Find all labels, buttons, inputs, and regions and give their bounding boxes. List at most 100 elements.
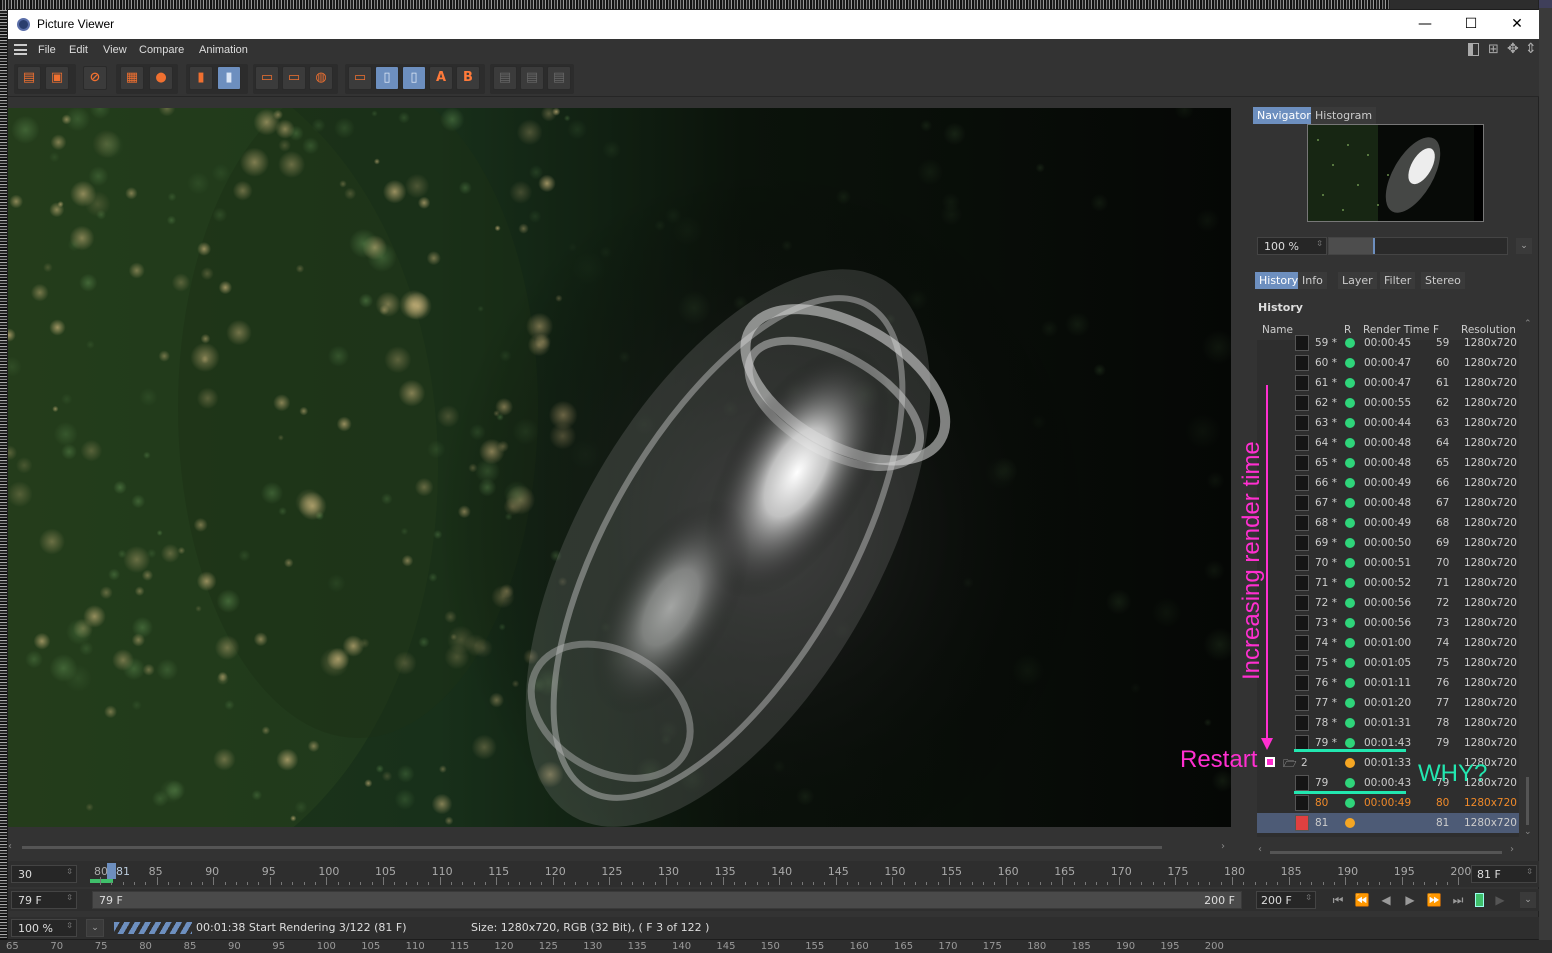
stepper-icon[interactable]: ⇳ xyxy=(1305,893,1312,902)
navigator-zoom-slider[interactable] xyxy=(1328,237,1508,255)
history-row[interactable]: 63 * 00:00:44 63 1280x720 xyxy=(1257,413,1519,433)
stereo-left-icon[interactable]: ▤ xyxy=(493,66,517,90)
history-row[interactable]: 80 00:00:49 80 1280x720 xyxy=(1257,793,1519,813)
range-start-field[interactable]: 79 F ⇳ xyxy=(11,891,77,909)
history-row[interactable]: 67 * 00:00:48 67 1280x720 xyxy=(1257,493,1519,513)
history-row[interactable]: 75 * 00:01:05 75 1280x720 xyxy=(1257,653,1519,673)
remove-image-icon[interactable]: ▮ xyxy=(189,66,213,90)
channels-icon[interactable]: ◍ xyxy=(309,66,333,90)
render-viewport[interactable] xyxy=(8,108,1231,827)
stepper-icon[interactable]: ⇳ xyxy=(66,921,73,930)
history-row[interactable]: 64 * 00:00:48 64 1280x720 xyxy=(1257,433,1519,453)
minimize-button[interactable]: — xyxy=(1402,10,1448,39)
range-dropdown-icon[interactable]: ⌄ xyxy=(1520,892,1536,908)
range-end-field[interactable]: 200 F ⇳ xyxy=(1256,891,1316,909)
history-row[interactable]: 73 * 00:00:56 73 1280x720 xyxy=(1257,613,1519,633)
tab-navigator[interactable]: Navigator xyxy=(1253,107,1315,124)
stop-render-icon[interactable]: ⊘ xyxy=(83,66,107,90)
stepper-icon[interactable]: ⇳ xyxy=(1316,239,1323,248)
go-to-start-icon[interactable]: ⏮ xyxy=(1330,892,1346,908)
save-icon[interactable]: ▣ xyxy=(45,66,69,90)
hamburger-menu-icon[interactable] xyxy=(14,44,27,55)
history-row[interactable]: 62 * 00:00:55 62 1280x720 xyxy=(1257,393,1519,413)
history-scroll-down-icon[interactable]: ⌄ xyxy=(1524,827,1532,837)
play-backward-icon[interactable]: ◀ xyxy=(1378,892,1394,908)
history-row[interactable]: 77 * 00:01:20 77 1280x720 xyxy=(1257,693,1519,713)
render-region-icon[interactable]: ▦ xyxy=(120,66,144,90)
compare-split-icon[interactable]: ▯ xyxy=(375,66,399,90)
next-frame-icon[interactable]: ⏩ xyxy=(1426,892,1442,908)
set-a-icon[interactable]: A xyxy=(429,66,453,90)
menu-animation[interactable]: Animation xyxy=(199,44,248,56)
pin-icon[interactable]: ⇕ xyxy=(1525,41,1537,57)
zoom-dropdown-icon[interactable]: ⌄ xyxy=(1516,238,1532,254)
history-row[interactable]: 81 81 1280x720 xyxy=(1257,813,1519,833)
stereo-right-icon[interactable]: ▤ xyxy=(520,66,544,90)
play-forward-icon[interactable]: ▶ xyxy=(1402,892,1418,908)
show-alpha-icon[interactable]: ▭ xyxy=(282,66,306,90)
stepper-icon[interactable]: ⇳ xyxy=(66,893,73,902)
slider-handle[interactable] xyxy=(1373,238,1375,254)
history-scrollbar-thumb[interactable] xyxy=(1526,777,1529,825)
loop-indicator[interactable] xyxy=(1475,893,1484,907)
range-slider[interactable]: 79 F 200 F xyxy=(92,891,1242,909)
tab-info[interactable]: Info xyxy=(1298,272,1327,289)
scroll-right-icon[interactable]: › xyxy=(1221,841,1225,852)
stepper-icon[interactable]: ⇳ xyxy=(66,867,73,876)
go-to-end-icon[interactable]: ⏭ xyxy=(1450,892,1466,908)
history-row[interactable]: 72 * 00:00:56 72 1280x720 xyxy=(1257,593,1519,613)
history-row[interactable]: 70 * 00:00:51 70 1280x720 xyxy=(1257,553,1519,573)
history-hscroll-thumb[interactable] xyxy=(1270,851,1502,854)
history-hscroll-left-icon[interactable]: ‹ xyxy=(1258,844,1262,855)
history-row[interactable]: 78 * 00:01:31 78 1280x720 xyxy=(1257,713,1519,733)
fps-field[interactable]: 30 ⇳ xyxy=(11,865,77,883)
history-row[interactable]: 71 * 00:00:52 71 1280x720 xyxy=(1257,573,1519,593)
history-row[interactable]: 60 * 00:00:47 60 1280x720 xyxy=(1257,353,1519,373)
remove-all-icon[interactable]: ▮ xyxy=(217,66,241,90)
record-icon[interactable]: ▶ xyxy=(1492,892,1508,908)
stereo-both-icon[interactable]: ▤ xyxy=(547,66,571,90)
history-scroll-up-icon[interactable]: ⌃ xyxy=(1524,319,1532,329)
move-icon[interactable]: ✥ xyxy=(1507,41,1519,57)
history-row[interactable]: 66 * 00:00:49 66 1280x720 xyxy=(1257,473,1519,493)
zoom-dropdown-icon[interactable]: ⌄ xyxy=(86,919,104,937)
open-icon[interactable]: ▤ xyxy=(17,66,41,90)
viewport-horizontal-scrollbar[interactable]: ‹ › xyxy=(8,841,1231,853)
history-hscroll-right-icon[interactable]: › xyxy=(1510,844,1514,855)
history-row[interactable]: 61 * 00:00:47 61 1280x720 xyxy=(1257,373,1519,393)
history-row[interactable]: 65 * 00:00:48 65 1280x720 xyxy=(1257,453,1519,473)
set-b-icon[interactable]: B xyxy=(456,66,480,90)
navigator-zoom-field[interactable]: 100 % ⇳ xyxy=(1257,237,1327,255)
scroll-left-icon[interactable]: ‹ xyxy=(8,841,12,852)
menu-edit[interactable]: Edit xyxy=(69,44,88,56)
maximize-button[interactable]: ☐ xyxy=(1448,10,1494,39)
history-row[interactable]: 76 * 00:01:11 76 1280x720 xyxy=(1257,673,1519,693)
history-row[interactable]: 69 * 00:00:50 69 1280x720 xyxy=(1257,533,1519,553)
current-frame-field[interactable]: 81 F ⇳ xyxy=(1471,865,1537,883)
tab-history[interactable]: History xyxy=(1255,272,1303,289)
tab-stereo[interactable]: Stereo xyxy=(1421,272,1465,289)
menu-compare[interactable]: Compare xyxy=(139,44,184,56)
timeline-playhead[interactable] xyxy=(107,863,116,879)
status-zoom-field[interactable]: 100 % ⇳ xyxy=(11,919,77,937)
stepper-icon[interactable]: ⇳ xyxy=(1526,867,1533,876)
tab-filter[interactable]: Filter xyxy=(1380,272,1416,289)
tab-layer[interactable]: Layer xyxy=(1338,272,1377,289)
timeline-ruler[interactable]: 80 81 85 90 95 100 105 110 115 120 125 130 135 140 1… xyxy=(86,861,1471,887)
previous-frame-icon[interactable]: ⏪ xyxy=(1354,892,1370,908)
history-row[interactable]: 74 * 00:01:00 74 1280x720 xyxy=(1257,633,1519,653)
compare-swap-icon[interactable]: ▯ xyxy=(402,66,426,90)
history-row[interactable]: 68 * 00:00:49 68 1280x720 xyxy=(1257,513,1519,533)
navigator-thumbnail[interactable] xyxy=(1307,124,1484,222)
tab-histogram[interactable]: Histogram xyxy=(1311,107,1377,124)
compare-ab-icon[interactable]: ▭ xyxy=(348,66,372,90)
show-image-icon[interactable]: ▭ xyxy=(255,66,279,90)
history-row[interactable]: 59 * 00:00:45 59 1280x720 xyxy=(1257,333,1519,353)
layout-icon[interactable] xyxy=(1468,43,1479,56)
menu-view[interactable]: View xyxy=(103,44,127,56)
menu-file[interactable]: File xyxy=(38,44,56,56)
scrollbar-thumb[interactable] xyxy=(22,846,1162,849)
render-user-icon[interactable]: ● xyxy=(149,66,173,90)
new-window-icon[interactable]: ⊞ xyxy=(1488,42,1499,57)
close-button[interactable]: ✕ xyxy=(1494,10,1540,39)
